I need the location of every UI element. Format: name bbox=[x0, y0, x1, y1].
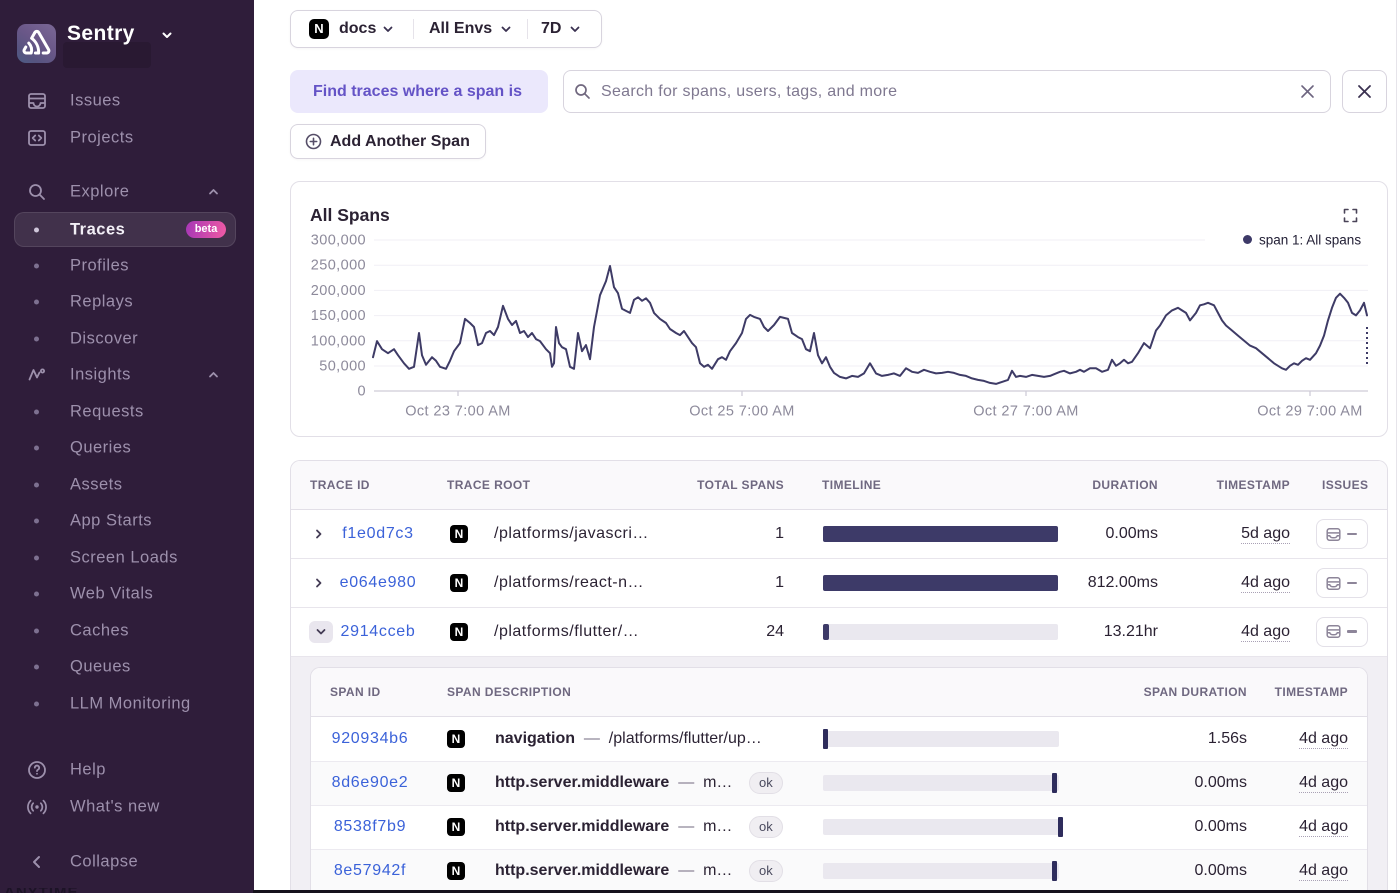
svg-text:Oct 25 7:00 AM: Oct 25 7:00 AM bbox=[689, 404, 795, 420]
svg-text:Oct 27 7:00 AM: Oct 27 7:00 AM bbox=[973, 404, 1079, 420]
svg-text:150,000: 150,000 bbox=[311, 308, 366, 324]
svg-text:0: 0 bbox=[358, 384, 366, 400]
svg-text:50,000: 50,000 bbox=[319, 359, 366, 375]
svg-text:250,000: 250,000 bbox=[311, 258, 366, 274]
svg-text:Oct 23 7:00 AM: Oct 23 7:00 AM bbox=[405, 404, 511, 420]
svg-text:100,000: 100,000 bbox=[311, 333, 366, 349]
svg-text:Oct 29 7:00 AM: Oct 29 7:00 AM bbox=[1257, 404, 1363, 420]
svg-text:300,000: 300,000 bbox=[311, 233, 366, 249]
svg-text:200,000: 200,000 bbox=[311, 283, 366, 299]
